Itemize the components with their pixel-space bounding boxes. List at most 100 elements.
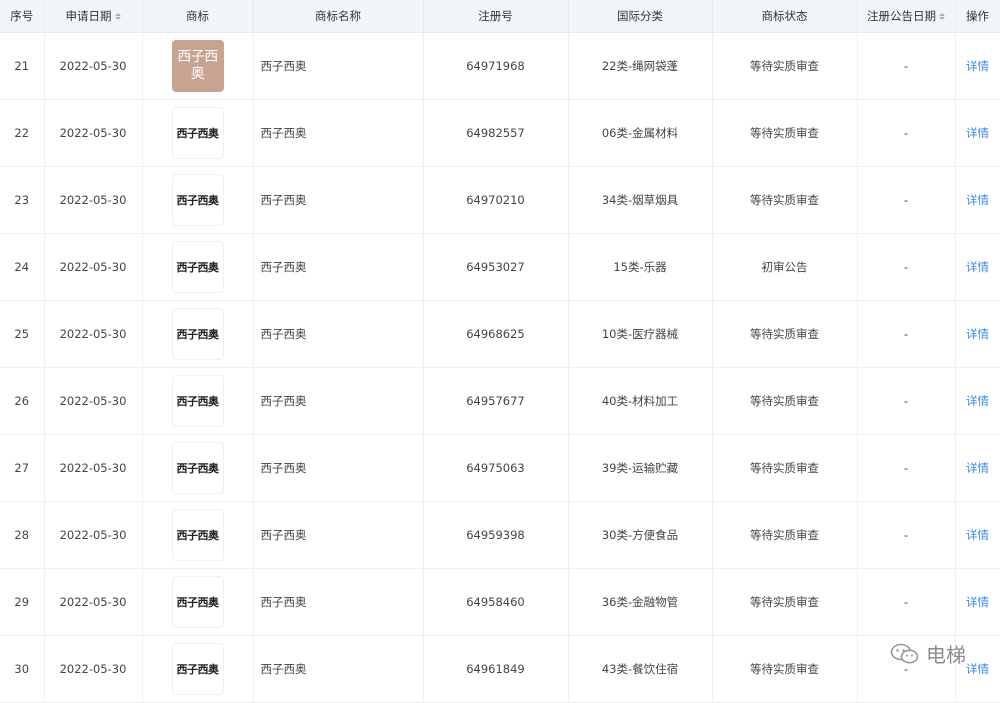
row-reg-no: 64957677 <box>423 367 569 435</box>
row-seq: 22 <box>0 99 45 167</box>
trademark-logo[interactable]: 西子西奥 <box>171 241 224 293</box>
detail-link[interactable]: 详情 <box>966 193 989 207</box>
row-reg-no: 64953027 <box>423 233 569 301</box>
trademark-logo[interactable]: 西子西奥 <box>171 509 224 561</box>
row-apply-date: 2022-05-30 <box>44 367 143 435</box>
wechat-watermark: 电梯 <box>890 639 966 668</box>
row-action-cell: 详情 <box>955 501 1000 569</box>
sort-icon[interactable] <box>939 13 945 20</box>
row-name: 西子西奥 <box>253 99 424 167</box>
trademark-logo[interactable]: 西子西奥 <box>171 308 224 360</box>
row-logo-cell: 西子西奥 <box>142 434 254 502</box>
row-seq: 21 <box>0 32 45 100</box>
col-header-logo: 商标 <box>142 0 254 33</box>
table-header-row: 序号 申请日期 商标 商标名称 注册号 国际分类 商标状态 注册公告日期 操作 <box>0 0 1000 33</box>
row-action-cell: 详情 <box>955 32 1000 100</box>
row-status: 等待实质审查 <box>712 568 858 636</box>
watermark-text: 电梯 <box>926 643 966 667</box>
row-intl-class: 06类-金属材料 <box>568 99 713 167</box>
row-name: 西子西奥 <box>253 300 424 368</box>
table-row: 28 2022-05-30 西子西奥 西子西奥 64959398 30类-方便食品 等待实质… <box>0 501 1000 569</box>
col-header-name: 商标名称 <box>253 0 424 33</box>
trademark-logo[interactable]: 西子西奥 <box>171 643 224 695</box>
row-logo-cell: 西子西奥 <box>142 300 254 368</box>
detail-link[interactable]: 详情 <box>966 528 989 542</box>
detail-link[interactable]: 详情 <box>966 126 989 140</box>
table-row: 27 2022-05-30 西子西奥 西子西奥 64975063 39类-运输贮藏 等待实质… <box>0 434 1000 502</box>
row-seq: 24 <box>0 233 45 301</box>
col-header-apply-date[interactable]: 申请日期 <box>44 0 143 33</box>
row-announce-date: - <box>857 367 956 435</box>
row-reg-no: 64970210 <box>423 166 569 234</box>
row-action-cell: 详情 <box>955 233 1000 301</box>
trademark-logo[interactable]: 西子西奥 <box>171 442 224 494</box>
row-status: 初审公告 <box>712 233 858 301</box>
row-name: 西子西奥 <box>253 568 424 636</box>
row-action-cell: 详情 <box>955 568 1000 636</box>
detail-link[interactable]: 详情 <box>966 59 989 73</box>
row-name: 西子西奥 <box>253 32 424 100</box>
row-status: 等待实质审查 <box>712 367 858 435</box>
col-header-status: 商标状态 <box>712 0 858 33</box>
row-announce-date: - <box>857 233 956 301</box>
row-seq: 27 <box>0 434 45 502</box>
col-header-reg-no: 注册号 <box>423 0 569 33</box>
row-apply-date: 2022-05-30 <box>44 233 143 301</box>
row-logo-cell: 西子西奥 <box>142 635 254 703</box>
row-logo-cell: 西子西奥 <box>142 99 254 167</box>
detail-link[interactable]: 详情 <box>966 394 989 408</box>
row-reg-no: 64961849 <box>423 635 569 703</box>
detail-link[interactable]: 详情 <box>966 662 989 676</box>
row-announce-date: - <box>857 32 956 100</box>
row-name: 西子西奥 <box>253 166 424 234</box>
row-apply-date: 2022-05-30 <box>44 635 143 703</box>
row-intl-class: 10类-医疗器械 <box>568 300 713 368</box>
row-apply-date: 2022-05-30 <box>44 32 143 100</box>
trademark-logo[interactable]: 西子西奥 <box>171 107 224 159</box>
row-logo-cell: 西子西奥 <box>142 166 254 234</box>
row-seq: 23 <box>0 166 45 234</box>
table-row: 21 2022-05-30 西子西奥 西子西奥 64971968 22类-绳网袋蓬 等待实质… <box>0 32 1000 100</box>
row-intl-class: 15类-乐器 <box>568 233 713 301</box>
row-apply-date: 2022-05-30 <box>44 434 143 502</box>
row-intl-class: 39类-运输贮藏 <box>568 434 713 502</box>
row-status: 等待实质审查 <box>712 300 858 368</box>
row-name: 西子西奥 <box>253 233 424 301</box>
row-status: 等待实质审查 <box>712 166 858 234</box>
row-intl-class: 22类-绳网袋蓬 <box>568 32 713 100</box>
row-apply-date: 2022-05-30 <box>44 501 143 569</box>
row-intl-class: 43类-餐饮住宿 <box>568 635 713 703</box>
detail-link[interactable]: 详情 <box>966 327 989 341</box>
row-reg-no: 64958460 <box>423 568 569 636</box>
table-row: 24 2022-05-30 西子西奥 西子西奥 64953027 15类-乐器 初审公告 - 详… <box>0 233 1000 301</box>
row-apply-date: 2022-05-30 <box>44 166 143 234</box>
row-logo-cell: 西子西奥 <box>142 32 254 100</box>
sort-icon[interactable] <box>114 13 121 20</box>
row-apply-date: 2022-05-30 <box>44 99 143 167</box>
row-reg-no: 64971968 <box>423 32 569 100</box>
row-status: 等待实质审查 <box>712 501 858 569</box>
detail-link[interactable]: 详情 <box>966 595 989 609</box>
trademark-logo[interactable]: 西子西奥 <box>171 375 224 427</box>
row-announce-date: - <box>857 434 956 502</box>
row-seq: 26 <box>0 367 45 435</box>
trademark-logo[interactable]: 西子西奥 <box>171 576 224 628</box>
row-logo-cell: 西子西奥 <box>142 501 254 569</box>
row-name: 西子西奥 <box>253 635 424 703</box>
row-action-cell: 详情 <box>955 300 1000 368</box>
col-header-apply-date-label: 申请日期 <box>65 9 112 23</box>
row-seq: 29 <box>0 568 45 636</box>
row-seq: 30 <box>0 635 45 703</box>
trademark-logo[interactable]: 西子西奥 <box>171 40 224 92</box>
row-announce-date: - <box>857 166 956 234</box>
row-name: 西子西奥 <box>253 367 424 435</box>
col-header-announce-date-label: 注册公告日期 <box>867 9 936 23</box>
row-name: 西子西奥 <box>253 434 424 502</box>
col-header-announce-date[interactable]: 注册公告日期 <box>857 0 956 33</box>
detail-link[interactable]: 详情 <box>966 461 989 475</box>
col-header-action: 操作 <box>955 0 1000 33</box>
row-logo-cell: 西子西奥 <box>142 233 254 301</box>
trademark-logo[interactable]: 西子西奥 <box>171 174 224 226</box>
detail-link[interactable]: 详情 <box>966 260 989 274</box>
row-reg-no: 64959398 <box>423 501 569 569</box>
